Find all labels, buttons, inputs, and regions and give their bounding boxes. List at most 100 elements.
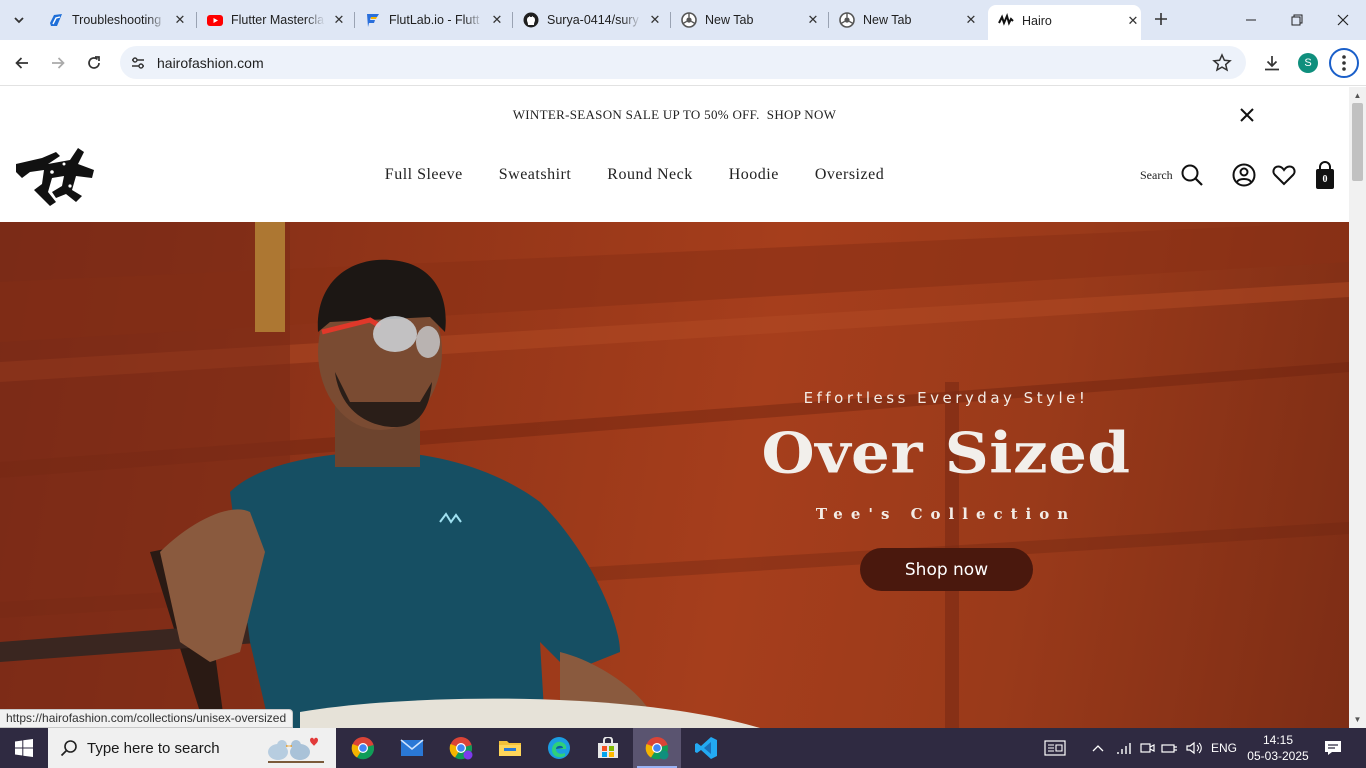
restore-icon (1291, 14, 1303, 26)
site-header: Full Sleeve Sweatshirt Round Neck Hoodie… (0, 142, 1349, 222)
downloads-button[interactable] (1258, 49, 1286, 77)
tab-title: FlutLab.io - Flutt (389, 13, 480, 27)
hero-banner[interactable]: Effortless Everyday Style! Over Sized Te… (0, 222, 1349, 728)
chrome-icon (681, 12, 697, 28)
nav-full-sleeve[interactable]: Full Sleeve (385, 166, 463, 184)
tab-separator (828, 12, 829, 28)
chevron-up-icon (1092, 745, 1104, 752)
clock[interactable]: 14:15 05-03-2025 (1246, 732, 1310, 764)
restore-button[interactable] (1274, 0, 1320, 40)
nav-oversized[interactable]: Oversized (815, 166, 884, 184)
minimize-button[interactable] (1228, 0, 1274, 40)
battery-icon[interactable] (1160, 728, 1180, 768)
taskbar-file-explorer[interactable] (486, 728, 534, 768)
address-bar[interactable]: hairofashion.com (120, 46, 1246, 79)
tab-new-tab-2[interactable]: New Tab ✕ (839, 6, 979, 34)
browser-menu-button[interactable] (1329, 48, 1359, 78)
network-icon[interactable] (1114, 728, 1134, 768)
cart-button[interactable]: 0 (1312, 160, 1338, 190)
tab-flutlab[interactable]: FlutLab.io - Flutt ✕ (365, 6, 505, 34)
close-tab-icon[interactable]: ✕ (647, 12, 663, 28)
show-hidden-icons-icon[interactable] (1088, 728, 1108, 768)
tab-separator (354, 12, 355, 28)
start-button[interactable] (0, 728, 48, 768)
mail-icon (400, 739, 424, 756)
new-tab-button[interactable] (1150, 8, 1172, 30)
power-plug-icon (1161, 744, 1177, 753)
close-tab-icon[interactable]: ✕ (331, 12, 347, 28)
hero-title: Over Sized (761, 420, 1131, 487)
close-tab-icon[interactable]: ✕ (489, 12, 505, 28)
close-tab-icon[interactable]: ✕ (963, 12, 979, 28)
close-tab-icon[interactable]: ✕ (1125, 13, 1141, 29)
nav-sweatshirt[interactable]: Sweatshirt (499, 166, 572, 184)
close-announcement-icon[interactable] (1237, 105, 1257, 125)
taskbar-search[interactable]: Type here to search (48, 728, 336, 768)
tab-hairo[interactable]: Hairo ✕ (988, 5, 1141, 40)
speaker-icon (1186, 741, 1202, 755)
more-vertical-icon (1342, 55, 1346, 71)
close-window-button[interactable] (1320, 0, 1366, 40)
page-viewport: WINTER-SEASON SALE UP TO 50% OFF. SHOP N… (0, 87, 1349, 728)
taskbar-vscode[interactable] (682, 728, 730, 768)
tab-strip: Troubleshooting ✕ Flutter Mastercla ✕ Fl… (0, 0, 1366, 40)
nav-round-neck[interactable]: Round Neck (607, 166, 692, 184)
reload-icon (88, 56, 100, 69)
windows-icon (15, 739, 33, 757)
taskbar-chrome[interactable] (339, 728, 387, 768)
scroll-down-icon[interactable]: ▼ (1353, 715, 1362, 724)
close-tab-icon[interactable]: ✕ (805, 12, 821, 28)
chevron-down-icon (14, 17, 24, 24)
tab-flutter-masterclass[interactable]: Flutter Mastercla ✕ (207, 6, 347, 34)
search-label[interactable]: Search (1140, 168, 1173, 183)
tab-separator (196, 12, 197, 28)
account-icon[interactable] (1231, 162, 1257, 188)
notifications-button[interactable] (1320, 728, 1346, 768)
bookmark-star-icon[interactable] (1212, 53, 1232, 73)
chrome-icon (351, 737, 375, 760)
profile-button[interactable]: S (1294, 49, 1322, 77)
tab-title: New Tab (705, 13, 754, 27)
camera-icon (1140, 743, 1155, 753)
clock-time: 14:15 (1262, 733, 1294, 747)
taskbar: Type here to search ENG 14:15 05-03-2025 (0, 728, 1366, 768)
back-button[interactable] (8, 49, 36, 77)
search-icon[interactable] (1179, 162, 1205, 188)
wishlist-heart-icon[interactable] (1271, 162, 1297, 188)
tab-new-tab-1[interactable]: New Tab ✕ (681, 6, 821, 34)
status-bubble: https://hairofashion.com/collections/uni… (0, 709, 294, 728)
taskbar-chrome-profile[interactable] (437, 728, 485, 768)
task-view-icon[interactable] (1040, 728, 1070, 768)
scroll-thumb[interactable] (1352, 103, 1363, 181)
reload-button[interactable] (80, 49, 108, 77)
shop-now-button[interactable]: Shop now (860, 548, 1033, 591)
taskbar-store[interactable] (584, 728, 632, 768)
tab-troubleshooting[interactable]: Troubleshooting ✕ (48, 6, 188, 34)
birds-illustration-icon (268, 737, 324, 763)
wifi-icon (1117, 743, 1131, 754)
url-text[interactable]: hairofashion.com (157, 55, 264, 71)
language-indicator[interactable]: ENG (1208, 728, 1240, 768)
taskbar-mail[interactable] (388, 728, 436, 768)
announcement-bar[interactable]: WINTER-SEASON SALE UP TO 50% OFF. SHOP N… (0, 87, 1349, 142)
tab-github[interactable]: Surya-0414/sury ✕ (523, 6, 663, 34)
announcement-text[interactable]: WINTER-SEASON SALE UP TO 50% OFF. SHOP N… (513, 107, 837, 123)
tab-title: New Tab (863, 13, 912, 27)
scroll-up-icon[interactable]: ▲ (1353, 91, 1362, 100)
taskbar-chrome-active[interactable] (633, 728, 681, 768)
chrome-icon (839, 12, 855, 28)
meet-now-icon[interactable] (1137, 728, 1157, 768)
tune-icon (132, 57, 144, 69)
browser-toolbar: hairofashion.com S (0, 40, 1366, 86)
tab-search-button[interactable] (6, 7, 32, 33)
volume-icon[interactable] (1184, 728, 1204, 768)
taskbar-edge[interactable] (535, 728, 583, 768)
forward-button[interactable] (44, 49, 72, 77)
page-scrollbar[interactable]: ▲ ▼ (1349, 87, 1366, 728)
close-tab-icon[interactable]: ✕ (172, 12, 188, 28)
search-icon (60, 740, 77, 757)
notification-icon (1325, 741, 1341, 755)
nav-hoodie[interactable]: Hoodie (729, 166, 779, 184)
site-info-button[interactable] (128, 53, 148, 73)
flutlab-icon (367, 14, 379, 27)
